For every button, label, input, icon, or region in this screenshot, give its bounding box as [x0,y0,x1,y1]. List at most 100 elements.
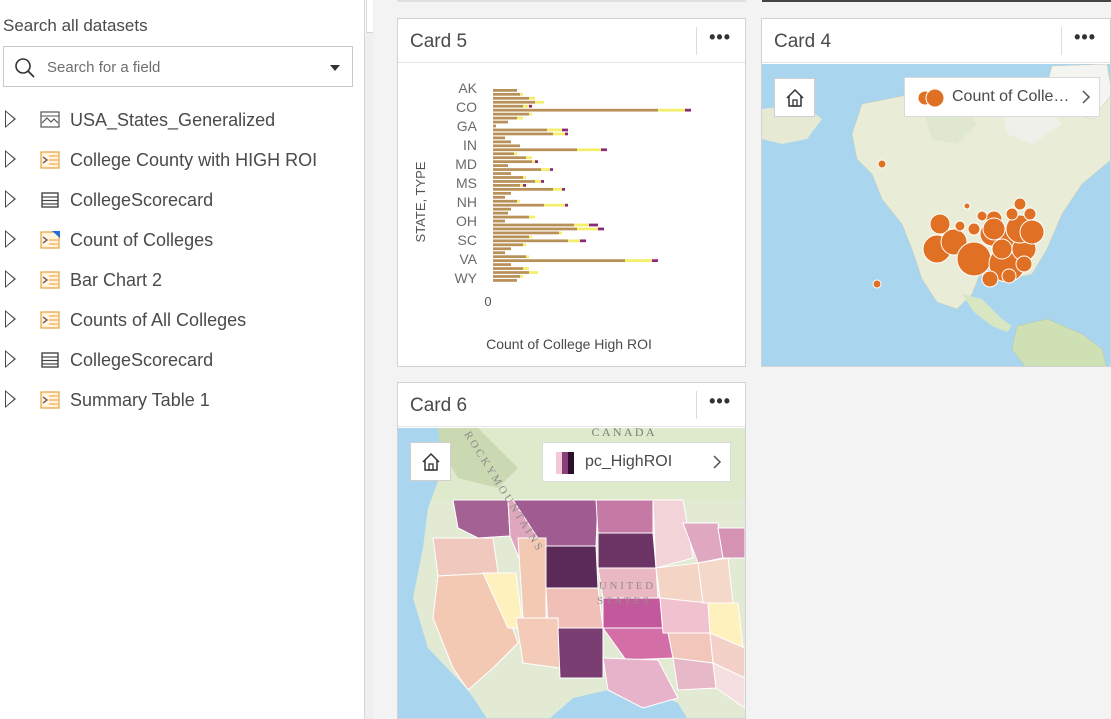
bar-segment[interactable] [625,259,652,263]
bar-segment[interactable] [523,184,526,187]
card-6[interactable]: Card 6 ••• C A N A D A R O C K Y M O U N… [397,382,746,719]
bar-segment[interactable] [493,140,511,144]
bar-segment[interactable] [529,112,532,116]
bar-segment[interactable] [517,199,520,203]
bar-segment[interactable] [493,239,568,243]
bar-segment[interactable] [547,128,562,132]
dataset-item[interactable]: CollegeScorecard [0,340,365,380]
bar-segment[interactable] [493,227,577,231]
bar-segment[interactable] [493,184,520,187]
bar-segment[interactable] [658,108,685,112]
bar-segment[interactable] [493,180,535,183]
bar-segment[interactable] [493,275,520,278]
bar-segment[interactable] [577,227,598,231]
bar-segment[interactable] [493,156,526,160]
bar-segment[interactable] [493,271,529,274]
expand-triangle-icon[interactable] [5,190,16,208]
bar-segment[interactable] [598,227,604,231]
bar-segment[interactable] [493,124,496,128]
bar-segment[interactable] [652,259,658,263]
bar-segment[interactable] [562,128,568,132]
bar-segment[interactable] [493,152,514,156]
bar-segment[interactable] [523,104,529,108]
bar-segment[interactable] [493,132,553,136]
bar-segment[interactable] [565,132,568,136]
dataset-item[interactable]: Count of Colleges [0,220,365,260]
expand-triangle-icon[interactable] [5,390,16,408]
card-5[interactable]: Card 5 ••• AK CO GA IN MD MS NH OH SC VA WY 0 Coun… [397,18,746,367]
dataset-item[interactable]: USA_States_Generalized [0,100,365,140]
dataset-item[interactable]: Summary Table 1 [0,380,365,420]
bar-segment[interactable] [544,203,565,207]
card-5-menu-button[interactable]: ••• [709,27,731,48]
bar-segment[interactable] [685,108,691,112]
bar-segment[interactable] [493,259,625,263]
bar-segment[interactable] [493,255,526,259]
bar-segment[interactable] [493,191,511,195]
bar-segment[interactable] [493,144,520,148]
bar-segment[interactable] [574,223,589,227]
bar-segment[interactable] [541,168,550,171]
bar-segment[interactable] [529,96,535,100]
bar-segment[interactable] [529,104,532,108]
bar-segment[interactable] [550,168,553,171]
expand-triangle-icon[interactable] [5,270,16,288]
bar-segment[interactable] [493,187,553,191]
card-4[interactable]: Card 4 ••• Count of Colle… [761,18,1111,367]
bar-segment[interactable] [493,104,523,108]
bar-segment[interactable] [493,243,523,247]
bar-segment[interactable] [562,187,565,191]
bar-segment[interactable] [493,207,511,211]
bar-segment[interactable] [517,116,523,120]
card-6-menu-button[interactable]: ••• [709,391,731,412]
bar-segment[interactable] [535,180,541,183]
bar-segment[interactable] [535,160,538,164]
bar-segment[interactable] [553,132,565,136]
expand-triangle-icon[interactable] [5,310,16,328]
bar-segment[interactable] [493,251,505,255]
bar-segment[interactable] [553,187,562,191]
bar-segment[interactable] [493,199,517,203]
bar-segment[interactable] [541,180,544,183]
bar-segment[interactable] [493,108,658,112]
bar-segment[interactable] [520,275,523,278]
bar-segment[interactable] [577,148,601,152]
expand-triangle-icon[interactable] [5,230,16,248]
expand-triangle-icon[interactable] [5,350,16,368]
bar-segment[interactable] [493,219,505,223]
bar-segment[interactable] [559,231,562,235]
bar-segment[interactable] [493,128,547,132]
bar-segment[interactable] [493,231,559,235]
bar-segment[interactable] [526,255,529,259]
bar-segment[interactable] [493,203,544,207]
expand-triangle-icon[interactable] [5,150,16,168]
bar-segment[interactable] [493,247,511,251]
bar-segment[interactable] [535,100,544,104]
bar-segment[interactable] [532,160,535,164]
bar-segment[interactable] [514,152,517,156]
search-dropdown-caret-icon[interactable] [330,65,340,71]
bar-segment[interactable] [529,271,538,274]
expand-triangle-icon[interactable] [5,110,16,128]
bar-segment[interactable] [529,235,532,239]
bar-segment[interactable] [520,184,523,187]
bar-segment[interactable] [493,164,508,167]
bar-segment[interactable] [493,223,574,227]
dataset-item[interactable]: CollegeScorecard [0,180,365,220]
bar-segment[interactable] [493,136,505,140]
card-4-menu-button[interactable]: ••• [1074,27,1096,48]
card-4-legend-button[interactable]: Count of Colle… [904,77,1100,117]
bar-segment[interactable] [493,211,508,215]
bar-segment[interactable] [493,92,520,96]
bar-segment[interactable] [523,267,529,270]
bar-segment[interactable] [493,168,541,171]
bar-segment[interactable] [493,267,523,270]
bar-segment[interactable] [493,100,535,104]
field-search-input[interactable]: Search for a field [3,46,353,87]
bar-segment[interactable] [493,235,529,239]
bar-segment[interactable] [493,195,505,199]
bar-segment[interactable] [565,203,568,207]
bar-segment[interactable] [526,156,532,160]
dataset-item[interactable]: Bar Chart 2 [0,260,365,300]
bar-segment[interactable] [523,176,526,179]
